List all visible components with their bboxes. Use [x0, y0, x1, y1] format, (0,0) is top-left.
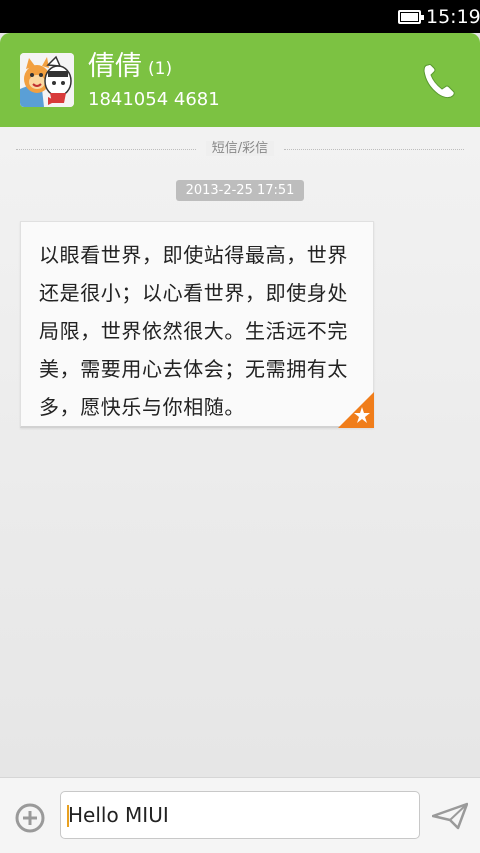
phone-icon — [423, 64, 455, 99]
message-timestamp: 2013-2-25 17:51 — [176, 180, 304, 201]
unread-count: (1) — [148, 59, 173, 79]
star-icon[interactable] — [338, 392, 374, 428]
message-bubble[interactable]: 以眼看世界，即使站得最高，世界还是很小；以心看世界，即使身处局限，世界依然很大。… — [20, 221, 374, 428]
avatar[interactable] — [20, 53, 74, 107]
contact-name: 倩倩 — [88, 51, 142, 82]
add-circle-icon — [15, 803, 45, 833]
text-caret — [67, 805, 69, 827]
message-type-label: 短信/彩信 — [205, 141, 275, 156]
call-button[interactable] — [420, 61, 458, 101]
message-text: 以眼看世界，即使站得最高，世界还是很小；以心看世界，即使身处局限，世界依然很大。… — [39, 243, 348, 419]
battery-full-icon — [398, 10, 424, 24]
message-type-divider: 短信/彩信 — [0, 141, 480, 157]
status-time: 15:19 — [426, 6, 480, 28]
conversation-header: 倩倩 (1) 1841054 4681 — [0, 33, 480, 127]
compose-bar — [0, 777, 480, 853]
contact-phone-number: 1841054 4681 — [88, 89, 220, 110]
add-attachment-button[interactable] — [14, 802, 46, 834]
send-button[interactable] — [431, 802, 469, 830]
message-input[interactable] — [60, 791, 420, 839]
status-bar: 15:19 — [0, 0, 480, 33]
send-icon — [431, 802, 469, 830]
message-list[interactable]: 短信/彩信 2013-2-25 17:51 以眼看世界，即使站得最高，世界还是很… — [0, 127, 480, 777]
